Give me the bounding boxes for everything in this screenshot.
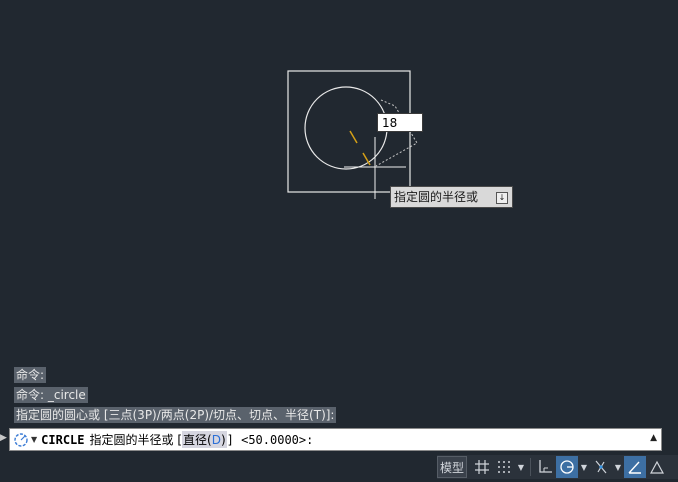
snap-dots-icon[interactable] xyxy=(493,456,515,478)
model-space-button[interactable]: 模型 xyxy=(437,456,467,478)
divider xyxy=(530,458,531,476)
option-text: 直径( xyxy=(183,433,212,447)
ortho-icon[interactable] xyxy=(534,456,556,478)
command-name: CIRCLE xyxy=(41,432,85,447)
polar-icon[interactable] xyxy=(556,456,578,478)
chevron-up-icon[interactable]: ▲ xyxy=(650,433,657,443)
dynamic-input-field[interactable]: 18 xyxy=(377,113,423,132)
option-close: ) xyxy=(220,433,226,447)
command-line[interactable]: ▼ CIRCLE 指定圆的半径或 [ 直径(D) ] <50.0000>: ▲ xyxy=(9,428,662,451)
osnap-track-icon[interactable] xyxy=(590,456,612,478)
command-default-value: ] <50.0000>: xyxy=(226,432,314,447)
chevron-down-icon[interactable]: ▼ xyxy=(612,456,624,478)
history-line: 命令: _circle xyxy=(14,387,88,403)
chevron-down-icon[interactable]: ▼ xyxy=(578,456,590,478)
command-prompt: 指定圆的半径或 [ xyxy=(89,433,183,447)
customize-icon[interactable] xyxy=(646,456,668,478)
tooltip-text: 指定圆的半径或 xyxy=(394,190,479,204)
tooltip-options-icon[interactable]: ↓ xyxy=(496,192,508,204)
option-diameter[interactable]: 直径(D) xyxy=(182,431,227,448)
radius-segment-1 xyxy=(349,130,358,144)
history-line: 命令: xyxy=(14,367,47,383)
command-line-grip-icon[interactable]: ▶ xyxy=(0,433,7,443)
chevron-down-icon[interactable]: ▼ xyxy=(31,435,37,444)
status-bar: 模型 ▼ ▼ ▼ xyxy=(437,455,678,479)
annotation-icon[interactable] xyxy=(624,456,646,478)
chevron-down-icon[interactable]: ▼ xyxy=(515,456,527,478)
circle-command-icon[interactable] xyxy=(13,432,29,448)
history-line: 指定圆的圆心或 [三点(3P)/两点(2P)/切点、切点、半径(T)]: xyxy=(14,407,337,423)
grid-icon[interactable] xyxy=(471,456,493,478)
option-key: D xyxy=(211,433,221,447)
command-prompt-tooltip: 指定圆的半径或 ↓ xyxy=(390,186,513,208)
